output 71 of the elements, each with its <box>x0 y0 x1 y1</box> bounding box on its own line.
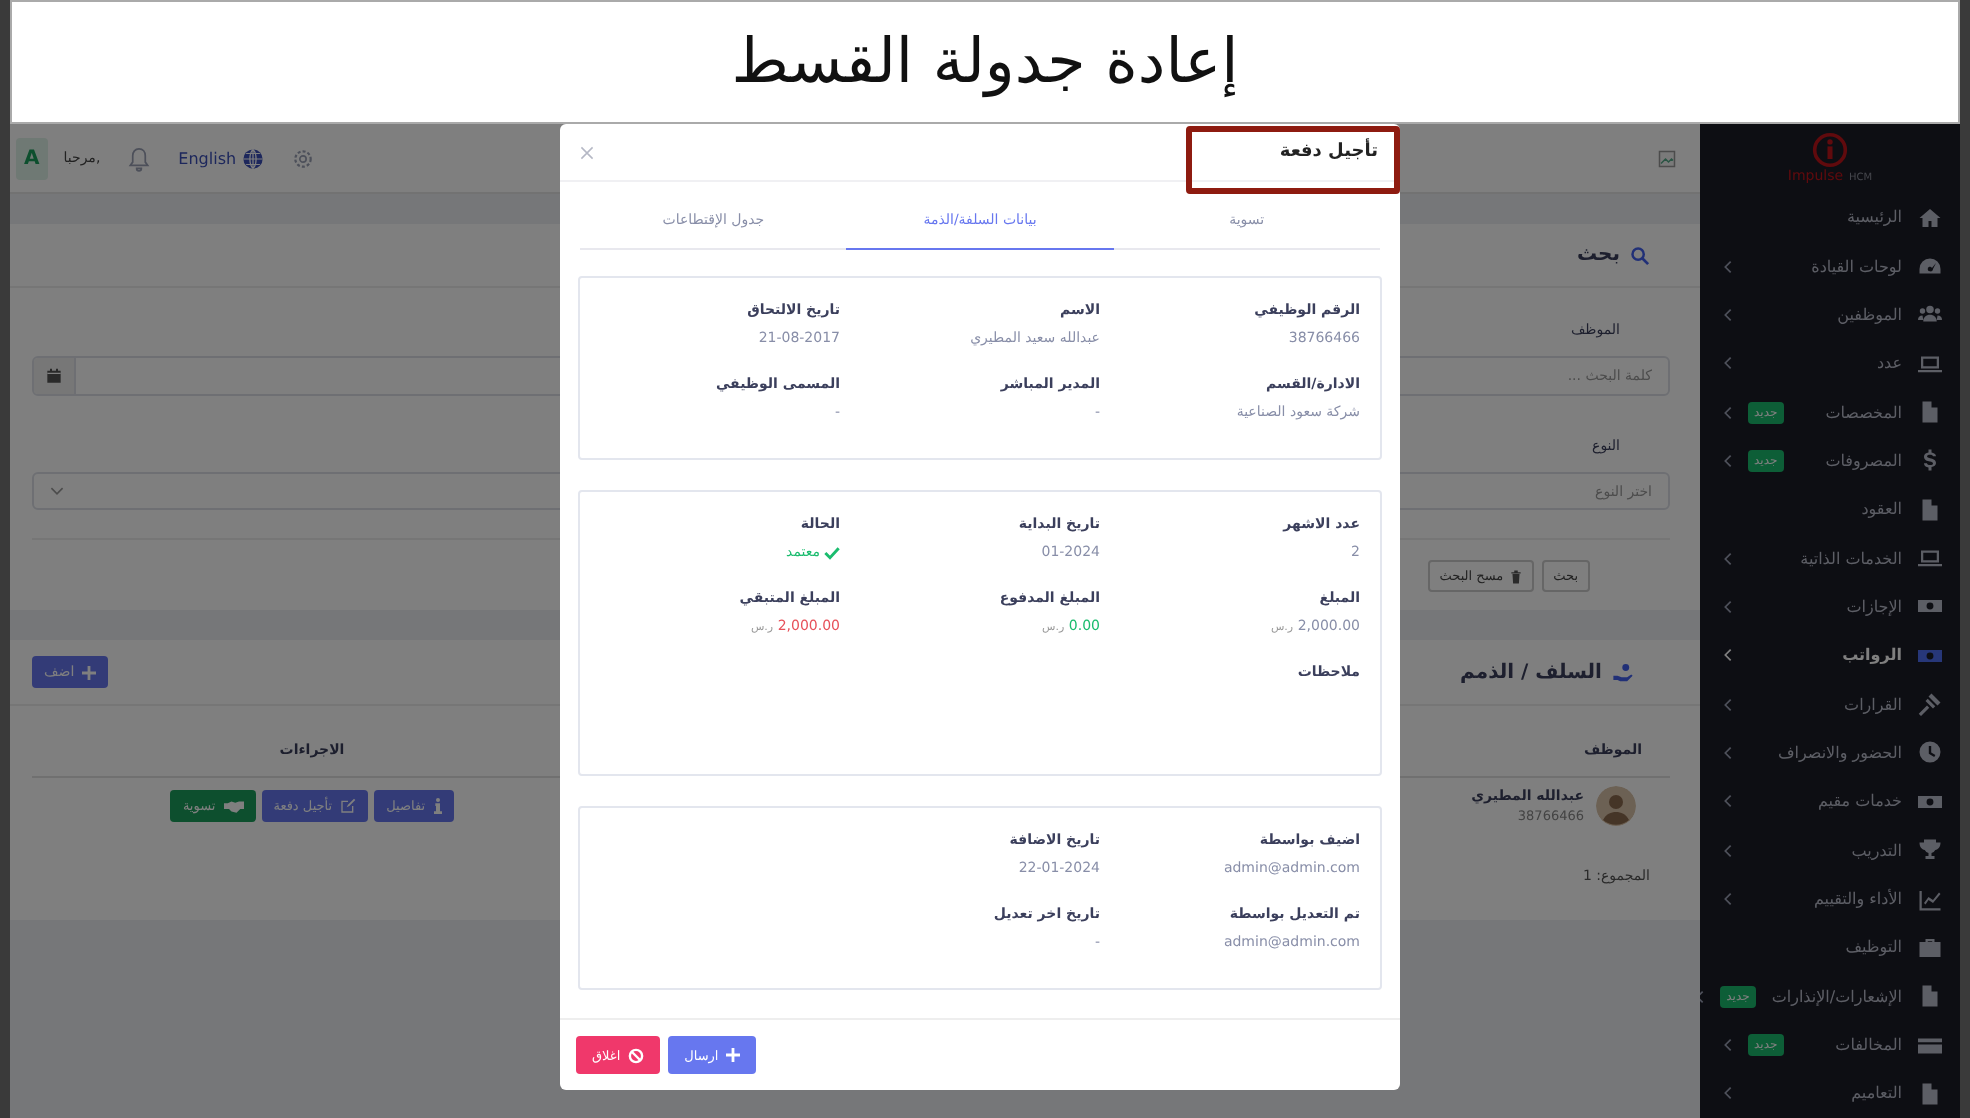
hand-coin-icon <box>1612 661 1634 683</box>
chevron-icon <box>1724 307 1732 322</box>
sidebar-item[interactable]: عدد <box>1700 339 1960 388</box>
sidebar-item[interactable]: الخدمات الذاتية <box>1700 533 1960 583</box>
chevron-icon <box>1724 259 1732 274</box>
chevron-icon <box>1724 794 1732 809</box>
plus-icon <box>726 1048 741 1062</box>
modal-title: تأجيل دفعة <box>1279 142 1378 162</box>
chevron-icon <box>1724 1038 1732 1053</box>
info-icon <box>433 798 442 814</box>
home-icon <box>1918 205 1942 230</box>
sidebar-item[interactable]: لوحات القيادة <box>1700 241 1960 291</box>
sidebar-item[interactable]: التدريب <box>1700 825 1960 875</box>
bell-icon[interactable] <box>128 145 151 171</box>
file-icon <box>1918 400 1942 425</box>
settings-icon[interactable] <box>292 147 315 169</box>
globe-icon <box>242 147 265 169</box>
sidebar-item[interactable]: القرارات <box>1700 679 1960 729</box>
sidebar-item[interactable]: الرواتب <box>1700 631 1960 680</box>
sidebar-item[interactable]: العقود <box>1700 485 1960 534</box>
chevron-icon <box>1724 405 1732 420</box>
sidebar-item[interactable]: الأداء والتقييم <box>1700 874 1960 924</box>
sidebar-item[interactable]: الموظفين <box>1700 290 1960 340</box>
chevron-icon <box>1724 551 1732 566</box>
laptop-icon <box>1918 351 1942 376</box>
chevron-icon <box>1724 599 1732 614</box>
language-button[interactable]: English <box>178 147 265 169</box>
chevron-icon <box>1724 453 1732 468</box>
card-title: السلف / الذمم <box>1460 661 1602 683</box>
dollar-icon <box>1918 448 1942 473</box>
close-icon[interactable] <box>580 145 594 159</box>
broken-image-icon <box>1658 149 1676 167</box>
sidebar-item[interactable]: الرئيسية <box>1700 193 1960 242</box>
sidebar-item[interactable]: خدمات مقيم <box>1700 777 1960 826</box>
slide-title: إعادة جدولة القسط <box>731 26 1239 98</box>
edit-icon <box>340 798 357 814</box>
gauge-icon <box>1918 254 1942 279</box>
chevron-icon <box>1724 648 1732 663</box>
file-icon <box>1918 1081 1942 1106</box>
logo-icon <box>1812 132 1848 169</box>
avatar <box>1596 786 1636 826</box>
sidebar-item[interactable]: الحضور والانصراف <box>1700 728 1960 778</box>
plus-icon <box>82 665 97 679</box>
sidebar-item[interactable]: التوظيف <box>1700 923 1960 973</box>
check-icon <box>824 545 840 559</box>
laptop-icon <box>1918 546 1942 571</box>
sidebar-item[interactable]: الإجازات <box>1700 582 1960 632</box>
card-icon <box>1918 1033 1942 1058</box>
trash-icon <box>1509 569 1522 583</box>
chevron-icon <box>1724 892 1732 906</box>
users-icon <box>1918 302 1942 327</box>
chevron-icon <box>1724 697 1732 712</box>
handshake-icon <box>223 799 244 813</box>
briefcase-icon <box>1918 935 1942 960</box>
file-icon <box>1918 497 1942 522</box>
gavel-icon <box>1918 692 1942 717</box>
chevron-icon <box>1724 356 1732 371</box>
user-avatar[interactable]: A <box>16 137 48 179</box>
search-icon <box>1630 245 1650 265</box>
clock-icon <box>1918 740 1942 765</box>
chevron-icon <box>1724 843 1732 858</box>
file-icon <box>1918 984 1942 1009</box>
ban-icon <box>628 1047 645 1063</box>
sidebar-item[interactable]: التعاميم <box>1700 1069 1960 1118</box>
trophy-icon <box>1918 838 1942 863</box>
chevron-icon <box>1724 745 1732 760</box>
calendar-icon <box>46 368 62 384</box>
chevron-icon <box>1724 1086 1732 1101</box>
card-title: بحث <box>1576 244 1620 266</box>
chart-icon <box>1918 887 1942 911</box>
chevron-down-icon <box>50 486 64 496</box>
